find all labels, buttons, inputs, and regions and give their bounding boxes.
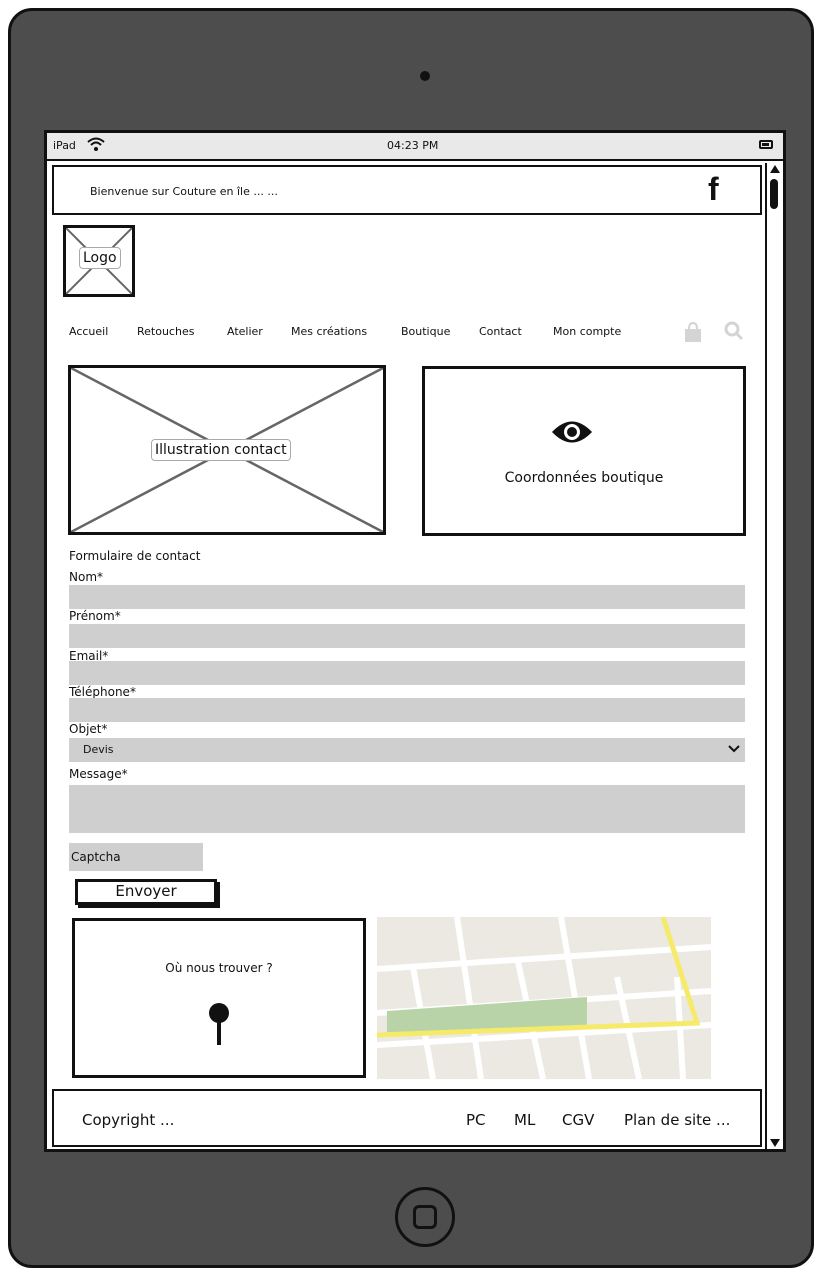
nav-item-accueil[interactable]: Accueil [69, 325, 108, 338]
nav-item-contact[interactable]: Contact [479, 325, 522, 338]
nav-item-retouches[interactable]: Retouches [137, 325, 194, 338]
email-field[interactable] [69, 661, 745, 685]
scroll-down-icon[interactable] [770, 1139, 780, 1147]
map-pin-icon [209, 1003, 229, 1045]
nom-label: Nom* [69, 570, 104, 584]
vertical-scrollbar[interactable] [765, 163, 783, 1149]
camera-dot [420, 71, 430, 81]
coordinates-box[interactable]: Coordonnées boutique [422, 366, 746, 536]
map-image[interactable] [377, 917, 711, 1079]
scroll-thumb[interactable] [770, 179, 778, 209]
battery-icon [759, 140, 773, 149]
chevron-down-icon[interactable] [727, 743, 741, 755]
status-carrier: iPad [53, 139, 76, 152]
nav-item-mes-creations[interactable]: Mes créations [291, 325, 367, 338]
footer-copyright: Copyright ... [82, 1111, 175, 1129]
objet-select-value: Devis [83, 743, 114, 756]
nav-item-boutique[interactable]: Boutique [401, 325, 450, 338]
send-button[interactable]: Envoyer [75, 879, 217, 905]
eye-icon [552, 421, 592, 443]
nom-field[interactable] [69, 585, 745, 609]
footer-link-cgv[interactable]: CGV [562, 1111, 594, 1129]
message-textarea[interactable] [69, 785, 745, 833]
footer-link-pc[interactable]: PC [466, 1111, 486, 1129]
status-time: 04:23 PM [387, 139, 439, 152]
footer: Copyright ... PC ML CGV Plan de site ... [52, 1089, 762, 1147]
footer-link-ml[interactable]: ML [514, 1111, 535, 1129]
prenom-label: Prénom* [69, 609, 121, 623]
form-title: Formulaire de contact [69, 549, 201, 563]
status-bar: iPad 04:23 PM [47, 133, 783, 161]
illustration-label: Illustration contact [151, 439, 291, 461]
home-button-icon[interactable] [395, 1187, 455, 1247]
shopping-bag-icon[interactable] [682, 321, 704, 343]
facebook-icon[interactable]: f [708, 171, 719, 207]
find-us-box[interactable]: Où nous trouver ? [72, 918, 366, 1078]
logo-label: Logo [79, 247, 121, 269]
objet-select[interactable]: Devis [69, 738, 745, 762]
top-bar: Bienvenue sur Couture en île ... ... f [52, 165, 762, 215]
find-us-label: Où nous trouver ? [165, 961, 273, 975]
footer-link-plan-de-site[interactable]: Plan de site ... [624, 1111, 730, 1129]
scroll-up-icon[interactable] [770, 165, 780, 173]
telephone-field[interactable] [69, 698, 745, 722]
logo-placeholder[interactable]: Logo [63, 225, 135, 297]
home-button-inner [413, 1205, 437, 1229]
nav-item-mon-compte[interactable]: Mon compte [553, 325, 621, 338]
objet-label: Objet* [69, 722, 108, 736]
map-drawing [377, 917, 711, 1079]
welcome-text: Bienvenue sur Couture en île ... ... [90, 185, 278, 198]
captcha-field[interactable]: Captcha [69, 843, 203, 871]
illustration-contact-placeholder: Illustration contact [68, 365, 386, 535]
telephone-label: Téléphone* [69, 685, 136, 699]
nav-item-atelier[interactable]: Atelier [227, 325, 263, 338]
message-label: Message* [69, 767, 128, 781]
wifi-icon [87, 137, 105, 151]
screen: iPad 04:23 PM Bienvenue sur Couture en î… [44, 130, 786, 1152]
coordinates-label: Coordonnées boutique [504, 470, 664, 486]
search-icon[interactable] [723, 320, 745, 342]
prenom-field[interactable] [69, 624, 745, 648]
